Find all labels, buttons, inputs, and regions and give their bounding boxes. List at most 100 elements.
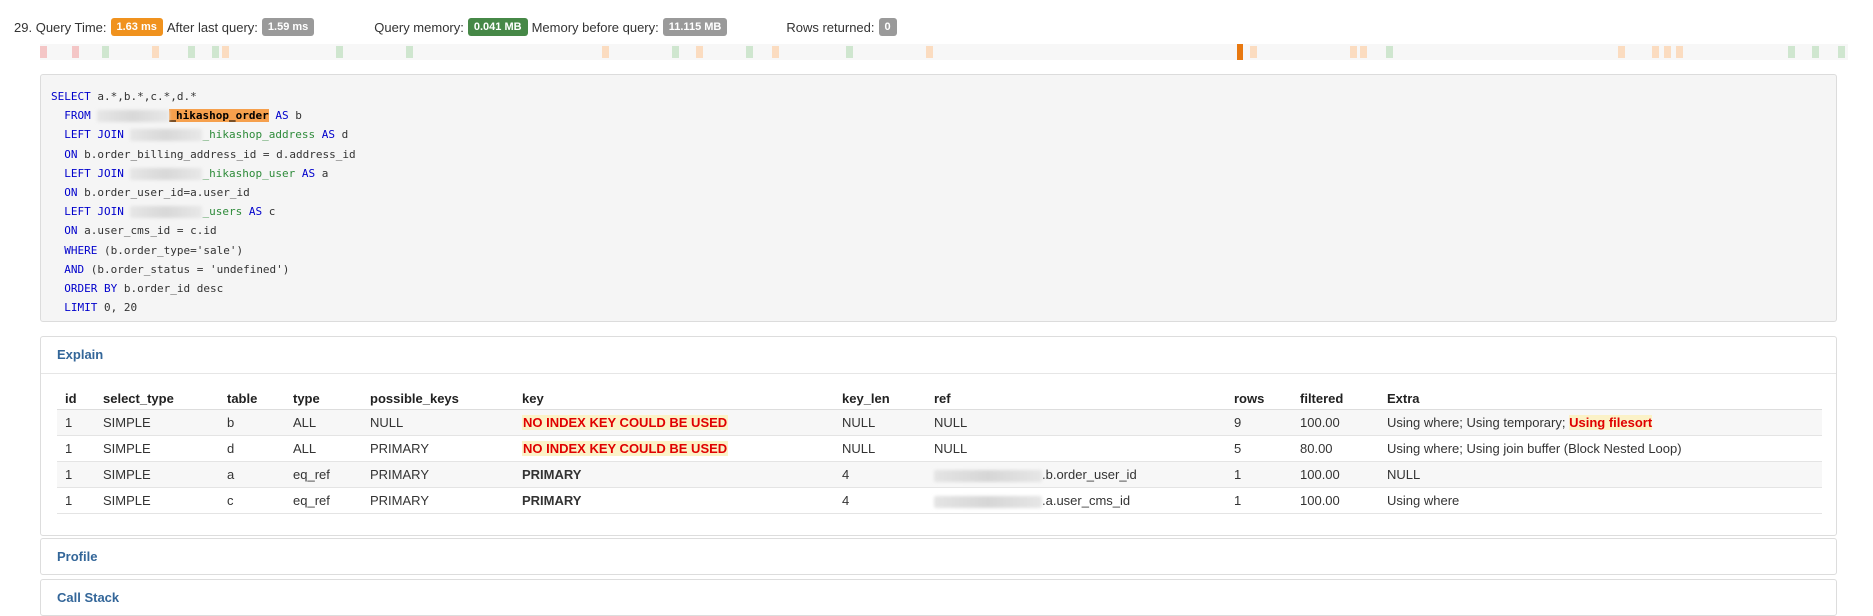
sql-keyword: LEFT JOIN xyxy=(64,166,124,180)
cell-id: 1 xyxy=(57,435,95,462)
cell-rows: 9 xyxy=(1226,409,1292,436)
cell-table: c xyxy=(219,487,285,514)
cell-id: 1 xyxy=(57,409,95,436)
cell-select-type: SIMPLE xyxy=(95,461,219,488)
sql-keyword: AND xyxy=(64,262,85,276)
sql-alias: a xyxy=(321,166,329,180)
cell-type: eq_ref xyxy=(285,461,362,488)
query-stats: 29. Query Time: 1.63 ms After last query… xyxy=(14,16,901,38)
cell-extra: Using where; Using temporary; Using file… xyxy=(1379,409,1822,436)
timeline-tick[interactable] xyxy=(672,46,679,58)
timeline-tick[interactable] xyxy=(602,46,609,58)
timeline-tick[interactable] xyxy=(102,46,109,58)
cell-possible-keys: PRIMARY xyxy=(362,461,514,488)
timeline-tick[interactable] xyxy=(188,46,195,58)
timeline-tick[interactable] xyxy=(152,46,159,58)
timeline-tick[interactable] xyxy=(1812,46,1819,58)
sql-table: _hikashop_user xyxy=(202,166,296,180)
cell-key: NO INDEX KEY COULD BE USED xyxy=(514,435,834,462)
timeline-tick[interactable] xyxy=(212,46,219,58)
timeline-tick[interactable] xyxy=(772,46,779,58)
cell-id: 1 xyxy=(57,461,95,488)
explain-panel: Explain id select_type table type possib… xyxy=(40,336,1837,536)
sql-text: (b.order_type='sale') xyxy=(104,243,244,257)
timeline-tick[interactable] xyxy=(1664,46,1671,58)
cell-key-len: NULL xyxy=(834,435,926,462)
ref-column: .a.user_cms_id xyxy=(1042,493,1131,508)
timeline-tick[interactable] xyxy=(846,46,853,58)
cell-rows: 5 xyxy=(1226,435,1292,462)
timeline-tick[interactable] xyxy=(336,46,343,58)
cell-possible-keys: PRIMARY xyxy=(362,487,514,514)
table-row: 1 SIMPLE a eq_ref PRIMARY PRIMARY 4 .b.o… xyxy=(57,461,1822,488)
memory-before-label: Memory before query: xyxy=(531,19,659,35)
redacted-db-name xyxy=(934,469,1042,482)
timeline-tick[interactable] xyxy=(406,46,413,58)
sql-keyword: FROM xyxy=(64,109,91,123)
column-header: select_type xyxy=(95,387,219,410)
cell-extra: Using where; Using join buffer (Block Ne… xyxy=(1379,435,1822,462)
cell-table: b xyxy=(219,409,285,436)
cell-filtered: 100.00 xyxy=(1292,461,1379,488)
column-header: key_len xyxy=(834,387,926,410)
timeline-tick[interactable] xyxy=(222,46,229,58)
timeline-tick[interactable] xyxy=(1250,46,1257,58)
timeline-tick[interactable] xyxy=(1360,46,1367,58)
redacted-prefix xyxy=(130,129,203,142)
profile-toggle[interactable]: Profile xyxy=(41,539,1836,575)
cell-ref: NULL xyxy=(926,435,1226,462)
cell-type: eq_ref xyxy=(285,487,362,514)
sql-query-text: SELECT a.*,b.*,c.*,d.* FROM _hikashop_or… xyxy=(51,87,1836,317)
redacted-prefix xyxy=(130,206,203,219)
query-index: 29. xyxy=(14,19,33,35)
sql-keyword: SELECT xyxy=(51,90,91,103)
timeline-tick[interactable] xyxy=(696,46,703,58)
timeline-tick[interactable] xyxy=(1618,46,1625,58)
sql-keyword: AS xyxy=(321,128,335,142)
explain-table: id select_type table type possible_keys … xyxy=(57,387,1822,514)
cell-filtered: 100.00 xyxy=(1292,487,1379,514)
cell-ref: .a.user_cms_id xyxy=(926,487,1226,514)
cell-select-type: SIMPLE xyxy=(95,409,219,436)
table-row: 1 SIMPLE d ALL PRIMARY NO INDEX KEY COUL… xyxy=(57,435,1822,462)
timeline-tick[interactable] xyxy=(1652,46,1659,58)
rows-returned-label: Rows returned: xyxy=(786,19,875,35)
call-stack-toggle[interactable]: Call Stack xyxy=(41,580,1836,616)
cell-type: ALL xyxy=(285,435,362,462)
after-last-query-badge: 1.59 ms xyxy=(261,18,315,36)
cell-id: 1 xyxy=(57,487,95,514)
sql-keyword: ON xyxy=(64,186,78,200)
sql-keyword: LEFT JOIN xyxy=(64,205,124,219)
query-timeline[interactable] xyxy=(40,44,1848,60)
ref-column: .b.order_user_id xyxy=(1042,467,1137,482)
cell-table: d xyxy=(219,435,285,462)
sql-keyword: LIMIT xyxy=(64,301,98,315)
timeline-tick[interactable] xyxy=(1386,46,1393,58)
timeline-tick-current[interactable] xyxy=(1237,44,1243,60)
timeline-tick[interactable] xyxy=(926,46,933,58)
timeline-tick[interactable] xyxy=(40,46,47,58)
timeline-tick[interactable] xyxy=(72,46,79,58)
cell-possible-keys: PRIMARY xyxy=(362,435,514,462)
call-stack-panel: Call Stack xyxy=(40,579,1837,616)
timeline-tick[interactable] xyxy=(746,46,753,58)
sql-table: _users xyxy=(202,205,243,219)
query-memory-label: Query memory: xyxy=(374,19,464,35)
rows-returned-badge: 0 xyxy=(878,18,897,36)
timeline-tick[interactable] xyxy=(1350,46,1357,58)
after-last-query-label: After last query: xyxy=(166,19,258,35)
sql-keyword: ORDER BY xyxy=(64,282,118,296)
column-header: table xyxy=(219,387,285,410)
redacted-db-name xyxy=(934,495,1042,508)
cell-select-type: SIMPLE xyxy=(95,487,219,514)
column-header: Extra xyxy=(1379,387,1822,410)
cell-rows: 1 xyxy=(1226,487,1292,514)
cell-filtered: 100.00 xyxy=(1292,409,1379,436)
timeline-tick[interactable] xyxy=(1838,46,1845,58)
explain-toggle[interactable]: Explain xyxy=(41,337,1836,374)
sql-table: _hikashop_address xyxy=(202,128,316,142)
cell-key: PRIMARY xyxy=(514,461,834,488)
timeline-tick[interactable] xyxy=(1788,46,1795,58)
sql-keyword: LEFT JOIN xyxy=(64,128,124,142)
timeline-tick[interactable] xyxy=(1676,46,1683,58)
